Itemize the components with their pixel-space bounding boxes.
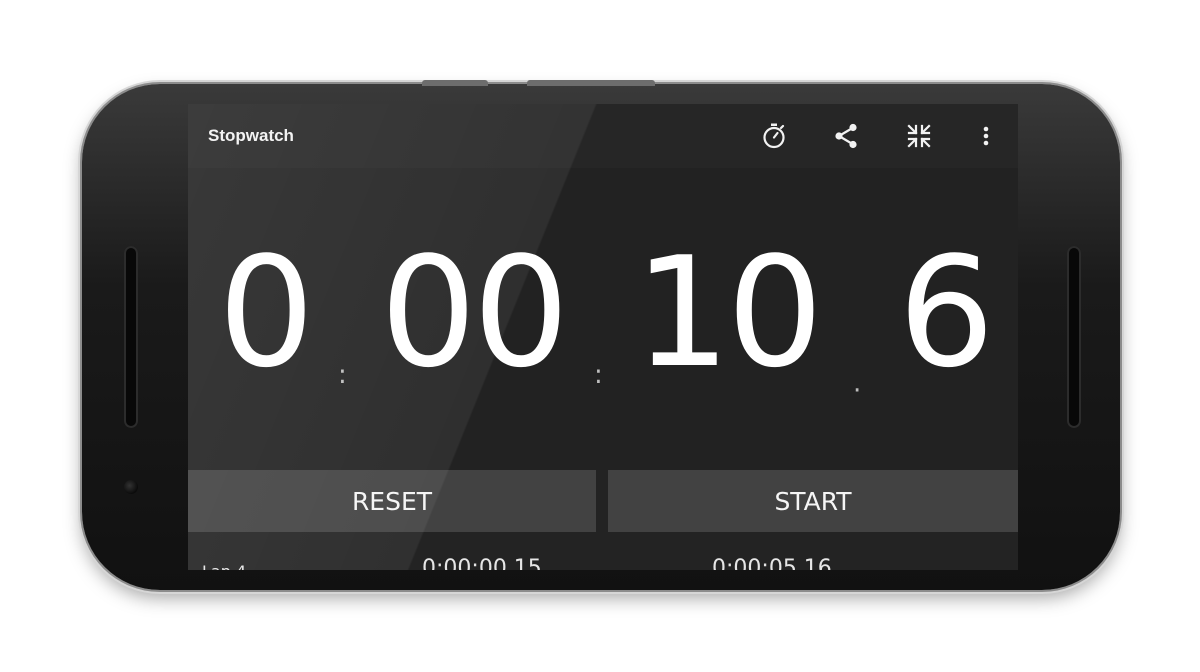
phone-side-button	[422, 80, 488, 86]
timer-icon[interactable]	[758, 120, 790, 152]
app-bar: Stopwatch	[188, 104, 1018, 169]
more-vert-icon[interactable]	[970, 120, 1002, 152]
separator-dot: ·	[853, 376, 862, 406]
hours-digit: 0	[218, 224, 315, 401]
separator-colon: :	[594, 360, 603, 390]
tenths-digit: 6	[898, 224, 995, 401]
separator-colon: :	[338, 360, 347, 390]
seconds-digits: 10	[634, 224, 823, 401]
time-display: 0 : 00 : 10 · 6	[188, 168, 1018, 470]
app-title: Stopwatch	[208, 126, 294, 145]
phone-volume-button	[527, 80, 655, 86]
front-speaker-right	[1067, 246, 1081, 428]
lap-time: 0:00:00.15	[422, 556, 542, 570]
front-speaker-left	[124, 246, 138, 428]
share-icon[interactable]	[830, 120, 862, 152]
start-button[interactable]: START	[608, 470, 1018, 532]
front-camera	[124, 480, 138, 494]
reset-button[interactable]: RESET	[188, 470, 596, 532]
lap-label: Lap 4	[202, 562, 246, 570]
lap-total-time: 0:00:05.16	[712, 556, 832, 570]
minutes-digits: 00	[380, 224, 569, 401]
lap-row: Lap 4 0:00:00.15 0:00:05.16	[188, 544, 1018, 570]
app-screen: Stopwatch 0: 00: 10 · 6 RESET START 0:…	[188, 104, 1018, 570]
collapse-icon[interactable]	[903, 120, 935, 152]
